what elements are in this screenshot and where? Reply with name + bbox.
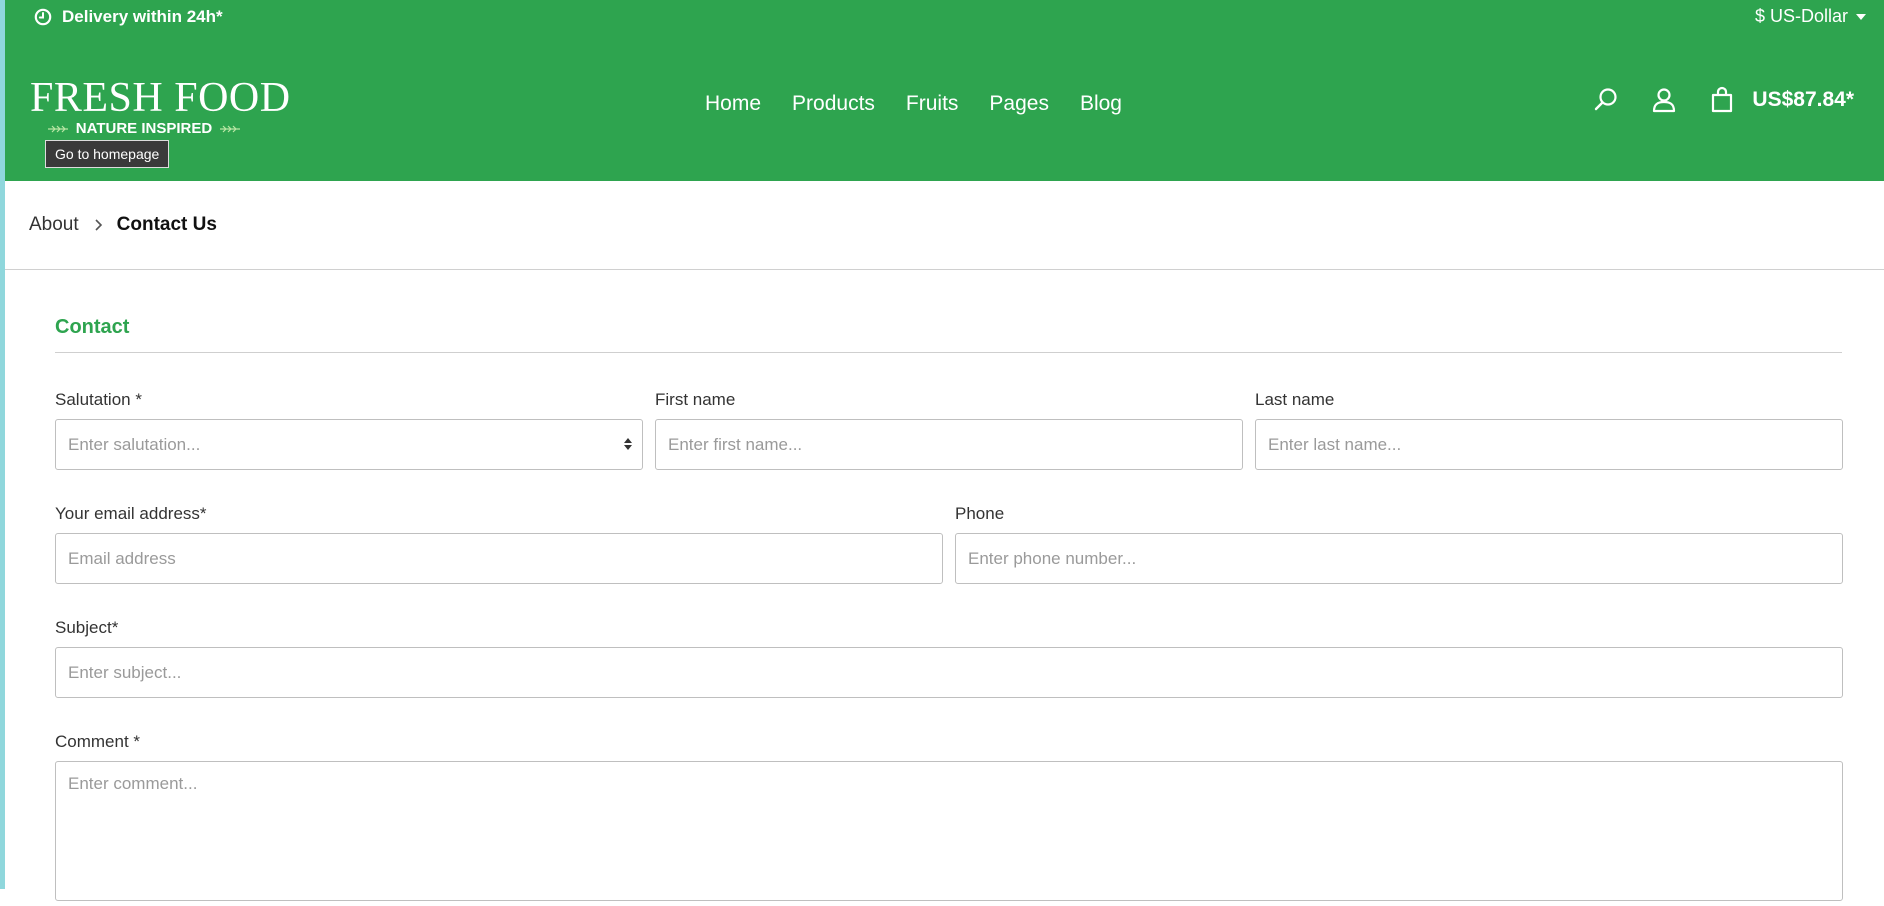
email-input[interactable]: [55, 533, 943, 584]
nav-fruits[interactable]: Fruits: [906, 92, 959, 116]
last-name-input[interactable]: [1255, 419, 1843, 470]
phone-label: Phone: [955, 504, 1005, 523]
site-logo[interactable]: FRESH FOOD NATURE INSPIRED: [30, 75, 300, 137]
breadcrumb-about[interactable]: About: [29, 214, 79, 236]
cart-total[interactable]: US$87.84*: [1752, 88, 1854, 112]
currency-switcher[interactable]: $ US-Dollar: [1755, 6, 1866, 27]
shopping-bag-icon[interactable]: [1708, 86, 1736, 114]
logo-tagline-text: NATURE INSPIRED: [75, 120, 213, 137]
divider: [55, 352, 1842, 353]
chevron-right-icon: [95, 219, 102, 231]
comment-textarea[interactable]: [55, 761, 1843, 901]
salutation-select[interactable]: [55, 419, 643, 470]
phone-input[interactable]: [955, 533, 1843, 584]
logo-tooltip: Go to homepage: [45, 140, 170, 168]
salutation-field: Salutation *: [55, 390, 643, 470]
clock-icon: [34, 8, 52, 26]
logo-tagline: NATURE INSPIRED: [30, 120, 258, 137]
contact-heading: Contact: [55, 316, 130, 338]
first-name-label: First name: [655, 390, 736, 409]
main-nav: Home Products Fruits Pages Blog: [705, 92, 1153, 116]
currency-label: $ US-Dollar: [1754, 6, 1848, 26]
top-bar: Delivery within 24h* $ US-Dollar: [5, 0, 1884, 36]
delivery-info: Delivery within 24h*: [34, 7, 223, 27]
site-header: Delivery within 24h* $ US-Dollar FRESH F…: [5, 0, 1884, 181]
first-name-field: First name: [655, 390, 1243, 470]
subject-label: Subject*: [55, 618, 119, 637]
email-label: Your email address*: [55, 504, 207, 523]
email-field: Your email address*: [55, 504, 943, 584]
nav-products[interactable]: Products: [792, 92, 875, 116]
comment-field: Comment *: [55, 732, 1843, 906]
search-icon[interactable]: [1592, 86, 1620, 114]
phone-field: Phone: [955, 504, 1843, 584]
nav-blog[interactable]: Blog: [1080, 92, 1122, 116]
nav-pages[interactable]: Pages: [989, 92, 1049, 116]
delivery-text: Delivery within 24h*: [62, 7, 223, 26]
last-name-label: Last name: [1255, 390, 1335, 409]
leaf-icon: [47, 125, 68, 132]
chevron-down-icon: [1856, 13, 1866, 20]
header-actions: US$87.84*: [1562, 86, 1854, 114]
leaf-icon: [220, 125, 241, 132]
breadcrumb-current: Contact Us: [116, 214, 217, 235]
logo-title: FRESH FOOD: [30, 75, 291, 121]
subject-input[interactable]: [55, 647, 1843, 698]
last-name-field: Last name: [1255, 390, 1843, 470]
sort-arrows-icon: [624, 438, 632, 450]
comment-label: Comment *: [55, 732, 141, 751]
first-name-input[interactable]: [655, 419, 1243, 470]
nav-home[interactable]: Home: [705, 92, 761, 116]
user-icon[interactable]: [1650, 86, 1678, 114]
salutation-label: Salutation *: [55, 390, 142, 409]
breadcrumb: About Contact Us: [5, 181, 1884, 270]
subject-field: Subject*: [55, 618, 1843, 698]
page: Delivery within 24h* $ US-Dollar FRESH F…: [5, 0, 1884, 901]
salutation-select-wrap: [55, 419, 643, 470]
